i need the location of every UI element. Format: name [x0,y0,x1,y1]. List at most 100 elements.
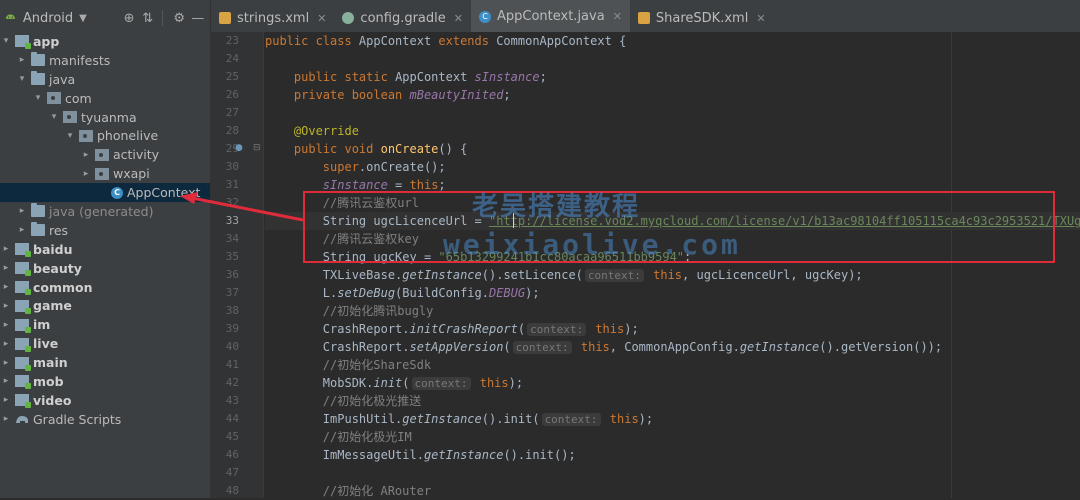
line-number: 43 [225,394,239,407]
code-line[interactable]: ImPushUtil.getInstance().init(context: t… [265,410,653,428]
code-line[interactable]: L.setDeBug(BuildConfig.DEBUG); [265,284,540,302]
tree-item[interactable]: ▸ main [0,353,210,372]
code-editor[interactable]: 23 24 25 26 27 28 29 ● ⊟ 30 31 32 33 34 35 36 37 38 39 40 41… [211,32,1080,498]
code-line[interactable]: //初始化 ARouter [265,482,431,498]
code-line[interactable]: TXLiveBase.getInstance().setLicence(cont… [265,266,863,284]
code-token: this [472,376,509,390]
code-line[interactable]: //初始化极光推送 [265,392,421,410]
code-line[interactable]: public void onCreate() { [265,140,467,158]
line-number: 45 [225,430,239,443]
code-token: //初始化 ARouter [322,484,432,498]
tree-item[interactable]: ▸ manifests [0,51,210,70]
code-token: ( [402,376,410,390]
module-icon [15,318,31,333]
chevron-right-icon[interactable]: ▸ [80,150,92,160]
chevron-right-icon[interactable]: ▸ [0,244,12,254]
chevron-down-icon[interactable]: ▾ [32,93,44,103]
tree-item[interactable]: ▸ mob [0,372,210,391]
tab-appcontext-java[interactable]: C AppContext.java ✕ [470,0,630,36]
chevron-right-icon[interactable]: ▸ [0,339,12,349]
chevron-right-icon[interactable]: ▸ [0,414,12,424]
chevron-down-icon[interactable]: ▾ [64,131,76,141]
line-number: 27 [225,106,239,119]
minimize-icon[interactable]: — [189,9,206,27]
chevron-right-icon[interactable]: ▸ [0,301,12,311]
chevron-right-icon[interactable]: ▸ [0,263,12,273]
code-line[interactable]: CrashReport.setAppVersion(context: this,… [265,338,942,356]
tree-item[interactable]: ▸ video [0,391,210,410]
code-token: AppContext [358,34,439,48]
code-line[interactable]: @Override [265,122,359,140]
code-line[interactable]: MobSDK.init(context: this); [265,374,523,392]
code-area[interactable]: public class AppContext extends CommonAp… [265,32,1080,498]
tree-item[interactable]: ▸ beauty [0,259,210,278]
module-icon [15,243,31,258]
close-icon[interactable]: ✕ [756,12,765,25]
code-token: public static [293,70,396,84]
code-line[interactable]: private boolean mBeautyInited; [265,86,511,104]
collapse-all-icon[interactable]: ⇅ [139,9,156,27]
close-icon[interactable]: ✕ [454,12,463,25]
line-number: 39 [225,322,239,335]
tree-item[interactable]: ▸ activity [0,145,210,164]
code-line[interactable]: public static AppContext sInstance; [265,68,547,86]
chevron-down-icon[interactable]: ▾ [48,112,60,122]
tree-item[interactable]: ▾ com [0,89,210,108]
chevron-right-icon[interactable]: ▸ [16,206,28,216]
code-line[interactable]: super.onCreate(); [265,158,446,176]
chevron-right-icon[interactable]: ▸ [16,225,28,235]
tree-item[interactable]: ▾ java [0,70,210,89]
gear-icon[interactable]: ⚙ [171,9,188,27]
fold-icon[interactable]: ⊟ [253,143,261,153]
module-icon [15,281,31,296]
code-line[interactable]: //初始化腾讯bugly [265,302,434,320]
tab-strings-xml[interactable]: strings.xml ✕ [211,0,334,36]
ide-window: Android ▼ ⊕ ⇅ ⚙ — ▾ app ▸ manifests ▾ java ▾ co… [0,0,1080,498]
tree-item[interactable]: ▸ wxapi [0,164,210,183]
tree-item[interactable]: ▾ tyuanma [0,108,210,127]
locate-icon[interactable]: ⊕ [121,9,138,27]
project-view-title[interactable]: Android [23,11,73,26]
code-line[interactable]: //初始化极光IM [265,428,412,446]
tab-sharesdk-xml[interactable]: ShareSDK.xml ✕ [630,0,774,36]
tab-label: ShareSDK.xml [655,10,749,26]
chevron-right-icon[interactable]: ▸ [0,282,12,292]
chevron-right-icon[interactable]: ▸ [0,320,12,330]
line-number-gutter[interactable]: 23 24 25 26 27 28 29 ● ⊟ 30 31 32 33 34 35 36 37 38 39 40 41… [211,32,264,498]
code-line[interactable]: ImMessageUtil.getInstance().init(); [265,446,576,464]
chevron-down-icon[interactable]: ▾ [0,36,12,46]
tree-item[interactable]: ▸ game [0,296,210,315]
code-line[interactable]: public class AppContext extends CommonAp… [265,32,626,50]
pkg-icon [95,148,109,161]
chevron-right-icon[interactable]: ▸ [0,376,12,386]
chevron-down-icon[interactable]: ▼ [79,13,87,24]
chevron-right-icon[interactable]: ▸ [16,55,28,65]
line-number: 28 [225,124,239,137]
code-line[interactable]: CrashReport.initCrashReport(context: thi… [265,320,639,338]
code-token: init [373,376,403,390]
code-token: //初始化极光推送 [322,394,422,408]
close-icon[interactable]: ✕ [317,12,326,25]
xml-file-icon [637,12,650,24]
tree-item[interactable]: ▸ baidu [0,240,210,259]
tree-item[interactable]: ▸ im [0,315,210,334]
tree-item[interactable]: ▸ live [0,334,210,353]
tree-item-label: beauty [33,260,82,276]
chevron-right-icon[interactable]: ▸ [0,395,12,405]
close-icon[interactable]: ✕ [613,10,622,23]
tab-config-gradle[interactable]: config.gradle ✕ [334,0,471,36]
tree-item-label: baidu [33,241,73,257]
line-number: 42 [225,376,239,389]
tree-item[interactable]: ▸ Gradle Scripts [0,410,210,429]
tree-item-label: tyuanma [81,109,137,125]
code-token: ImMessageUtil. [265,448,424,462]
override-marker-icon[interactable]: ● [235,143,243,153]
chevron-down-icon[interactable]: ▾ [16,74,28,84]
tree-item[interactable]: ▾ phonelive [0,126,210,145]
chevron-right-icon[interactable]: ▸ [0,358,12,368]
chevron-right-icon[interactable]: ▸ [80,169,92,179]
tree-item[interactable]: ▾ app [0,32,210,51]
code-line[interactable]: //初始化ShareSdk [265,356,431,374]
tree-item[interactable]: ▸ common [0,278,210,297]
